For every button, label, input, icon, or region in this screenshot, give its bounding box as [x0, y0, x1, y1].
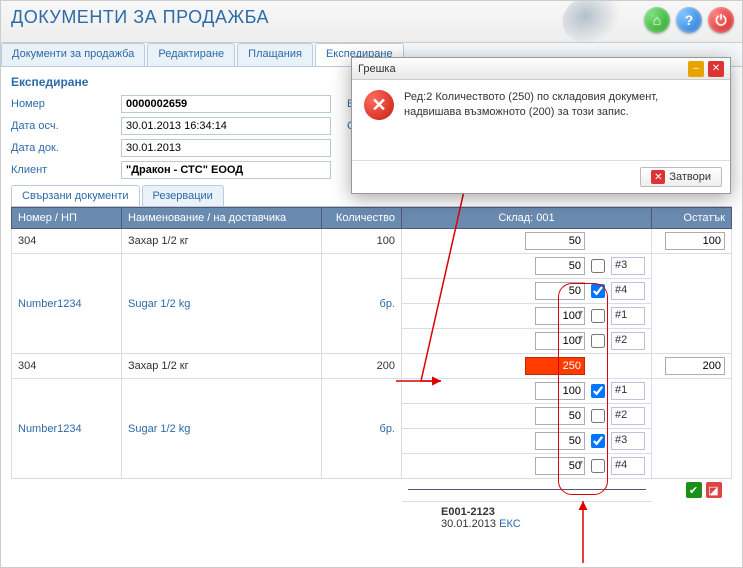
subtab-linked-docs[interactable]: Свързани документи — [11, 185, 140, 206]
table-row: Number1234 Sugar 1/2 kg бр. #1 — [12, 379, 732, 404]
label-number: Номер — [11, 98, 121, 110]
dialog-message: Ред:2 Количеството (250) по складовия до… — [404, 90, 718, 144]
label-acc-date: Дата осч. — [11, 120, 121, 132]
dialog-titlebar[interactable]: Грешка – ✕ — [352, 58, 730, 80]
annotation-ring — [558, 283, 608, 495]
close-icon: ✕ — [651, 170, 665, 184]
header-decor — [557, 0, 627, 50]
cell-name-link[interactable]: Sugar 1/2 kg — [122, 254, 322, 354]
header-toolbar: ⌂ ? ⏻ — [644, 7, 734, 33]
cell-warehouse-detail: #2 — [402, 329, 652, 354]
wh-detail-tag: #4 — [611, 282, 645, 300]
client-field[interactable] — [121, 161, 331, 179]
cell-rest-empty — [652, 254, 732, 354]
dialog-title: Грешка — [358, 63, 396, 75]
wh-detail-tag: #2 — [611, 332, 645, 350]
wh-detail-tag: #1 — [611, 382, 645, 400]
cell-unit: бр. — [322, 254, 402, 354]
cell-warehouse-detail: #2 — [402, 404, 652, 429]
error-dialog: Грешка – ✕ ✕ Ред:2 Количеството (250) по… — [351, 57, 731, 194]
tab-sales-docs[interactable]: Документи за продажба — [1, 43, 145, 66]
label-client: Клиент — [11, 164, 121, 176]
cell-qty: 200 — [322, 354, 402, 379]
items-grid: Номер / НП Наименование / на доставчика … — [11, 207, 732, 502]
wh-detail-input[interactable] — [535, 257, 585, 275]
cell-rest — [652, 229, 732, 254]
wh-detail-tag: #2 — [611, 407, 645, 425]
cell-unit: бр. — [322, 379, 402, 479]
col-number[interactable]: Номер / НП — [12, 208, 122, 229]
table-row: 304 Захар 1/2 кг 200 — [12, 354, 732, 379]
cell-rest — [652, 354, 732, 379]
wh-detail-tag: #3 — [611, 432, 645, 450]
footer-info: E001-2123 30.01.2013 ЕКС — [441, 502, 742, 530]
cell-num: 304 — [12, 354, 122, 379]
footer-date: 30.01.2013 — [441, 518, 496, 530]
error-icon: ✕ — [364, 90, 394, 120]
tab-edit[interactable]: Редактиране — [147, 43, 235, 66]
cell-name-link[interactable]: Sugar 1/2 kg — [122, 379, 322, 479]
confirm-icon[interactable]: ✔ — [686, 482, 702, 498]
tab-payments[interactable]: Плащания — [237, 43, 313, 66]
table-row: Number1234 Sugar 1/2 kg бр. #3 — [12, 254, 732, 279]
wh-detail-tag: #4 — [611, 457, 645, 475]
wh-detail-tag: #3 — [611, 257, 645, 275]
cell-np-link[interactable]: Number1234 — [12, 379, 122, 479]
cell-warehouse — [402, 354, 652, 379]
col-name[interactable]: Наименование / на доставчика — [122, 208, 322, 229]
rest-input[interactable] — [665, 357, 725, 375]
dialog-close-x-button[interactable]: ✕ — [708, 61, 724, 77]
help-button[interactable]: ? — [676, 7, 702, 33]
app-header: ДОКУМЕНТИ ЗА ПРОДАЖБА ⌂ ? ⏻ — [1, 1, 742, 43]
power-button[interactable]: ⏻ — [708, 7, 734, 33]
cell-np-link[interactable]: Number1234 — [12, 254, 122, 354]
rest-input[interactable] — [665, 232, 725, 250]
footer-code: E001-2123 — [441, 506, 495, 518]
cell-warehouse-detail: #4 — [402, 279, 652, 304]
dialog-minimize-button[interactable]: – — [688, 61, 704, 77]
cell-num: 304 — [12, 229, 122, 254]
page-title: ДОКУМЕНТИ ЗА ПРОДАЖБА — [11, 7, 732, 28]
cell-warehouse-detail: #1 — [402, 304, 652, 329]
cell-warehouse — [402, 229, 652, 254]
dialog-close-button[interactable]: ✕ Затвори — [640, 167, 722, 187]
label-doc-date: Дата док. — [11, 142, 121, 154]
col-warehouse[interactable]: Склад: 001 — [402, 208, 652, 229]
number-field[interactable] — [121, 95, 331, 113]
home-button[interactable]: ⌂ — [644, 7, 670, 33]
col-qty[interactable]: Количество — [322, 208, 402, 229]
cell-warehouse-detail: #3 — [402, 429, 652, 454]
cell-warehouse-detail: #4 — [402, 454, 652, 479]
acc-date-field[interactable] — [121, 117, 331, 135]
cell-rest-empty — [652, 379, 732, 479]
cell-warehouse-detail: #3 — [402, 254, 652, 279]
cell-qty: 100 — [322, 229, 402, 254]
doc-date-field[interactable] — [121, 139, 331, 157]
wh-detail-tag: #1 — [611, 307, 645, 325]
cell-warehouse-detail: #1 — [402, 379, 652, 404]
table-row-actions: ✔ ◪ — [12, 479, 732, 502]
cell-name: Захар 1/2 кг — [122, 229, 322, 254]
flag-icon[interactable]: ◪ — [706, 482, 722, 498]
subtab-reservations[interactable]: Резервации — [142, 185, 224, 206]
wh-detail-check[interactable] — [591, 259, 605, 273]
col-remainder[interactable]: Остатък — [652, 208, 732, 229]
cell-name: Захар 1/2 кг — [122, 354, 322, 379]
footer-eks: ЕКС — [499, 518, 521, 530]
table-row: 304 Захар 1/2 кг 100 — [12, 229, 732, 254]
wh-qty-input[interactable] — [525, 232, 585, 250]
dialog-close-label: Затвори — [669, 171, 711, 183]
